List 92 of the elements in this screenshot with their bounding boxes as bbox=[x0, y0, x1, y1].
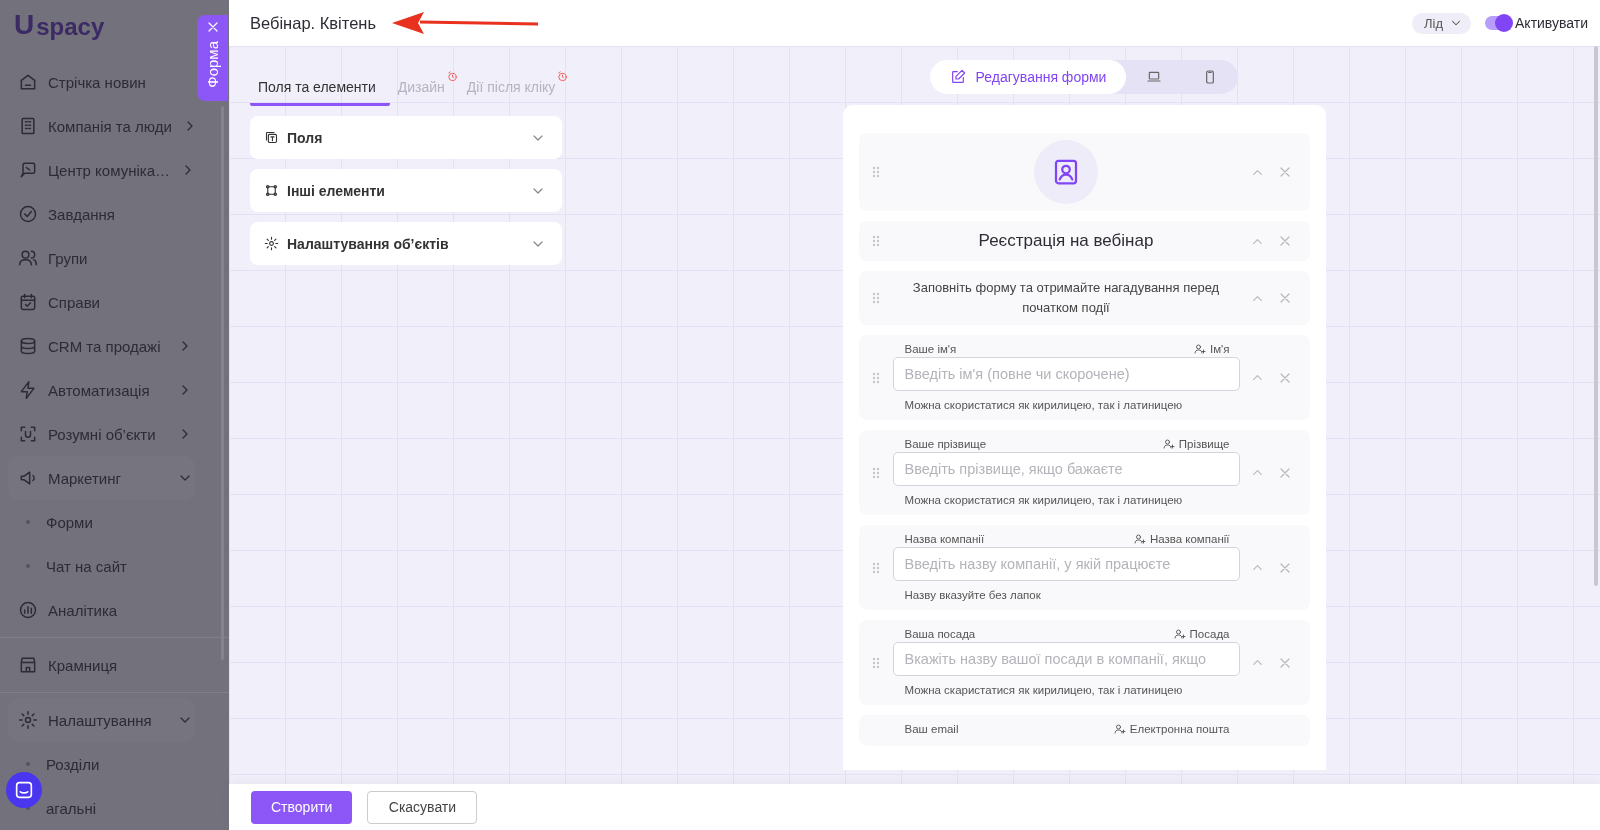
drag-handle-icon[interactable] bbox=[871, 235, 880, 247]
field-mapping: Електронна пошта bbox=[1113, 723, 1230, 735]
drag-handle-icon[interactable] bbox=[871, 656, 880, 669]
building-icon bbox=[18, 116, 38, 136]
settings-icon bbox=[264, 236, 279, 251]
database-icon bbox=[18, 336, 38, 356]
drag-handle-icon[interactable] bbox=[871, 561, 880, 574]
logo-mark: U bbox=[14, 10, 35, 40]
tab[interactable]: Дії після кліку bbox=[458, 70, 570, 106]
form-description: Заповніть форму та отримайте нагадування перед початком події bbox=[911, 279, 1221, 317]
field-hint: Можна скористатися як кирилицею, так і латиницею bbox=[903, 493, 1184, 506]
field-label: Ваш email bbox=[904, 723, 959, 735]
user-icon bbox=[1113, 723, 1126, 735]
input-field[interactable]: Вкажіть назву вашої посади в компанії, якщо bbox=[892, 642, 1240, 676]
form-tab[interactable]: Форма bbox=[197, 15, 228, 101]
chat-icon bbox=[18, 160, 38, 180]
field-mapping: Назва компанії bbox=[1133, 533, 1230, 545]
field-hint: Назву вказуйте без лапок bbox=[903, 588, 1042, 601]
form-block[interactable]: Ваше прізвище Прізвище Введіть прізвище, якщо бажаєте Можна скористатися як кирилицею, так і латиницею bbox=[858, 430, 1310, 515]
drag-handle-icon[interactable] bbox=[871, 466, 880, 479]
field-label: Назва компанії bbox=[904, 533, 985, 545]
sidebar-item[interactable]: Розумні об’єкти bbox=[0, 412, 195, 456]
view-mode-tab[interactable]: Редагування форми bbox=[929, 60, 1127, 94]
accordion-header[interactable]: Налаштування об’єктів bbox=[250, 222, 562, 265]
sidebar-subitem[interactable]: агальні bbox=[0, 786, 229, 830]
sidebar-item[interactable]: Стрічка новин bbox=[0, 60, 195, 104]
input-field[interactable]: Введіть назву компанії, у якій працюєте bbox=[892, 547, 1240, 581]
field-label: Ваше прізвище bbox=[904, 438, 987, 450]
sidebar-item[interactable]: Автоматизація bbox=[0, 368, 195, 412]
accordion-header[interactable]: Інші елементи bbox=[250, 169, 562, 212]
sidebar-subitem[interactable]: Розділи bbox=[0, 742, 229, 786]
scrollbar[interactable] bbox=[1594, 46, 1598, 586]
form-block[interactable]: Ваш email Електронна пошта bbox=[858, 715, 1310, 746]
shape-icon bbox=[264, 183, 279, 198]
drag-handle-icon[interactable] bbox=[871, 292, 880, 304]
check-circle-icon bbox=[18, 204, 38, 224]
drag-handle-icon[interactable] bbox=[871, 371, 880, 384]
entity-dropdown[interactable]: Лід bbox=[1412, 12, 1471, 34]
tab[interactable]: Дизайн bbox=[389, 70, 459, 106]
sidebar-item[interactable]: Компанія та люди bbox=[0, 104, 195, 148]
toggle-label: Активувати bbox=[1515, 15, 1588, 31]
sidebar-item[interactable]: Крамниця bbox=[0, 643, 195, 687]
sidebar-item[interactable]: Аналітика bbox=[0, 588, 195, 632]
lightning-icon bbox=[18, 380, 38, 400]
sidebar-subitem[interactable]: Чат на сайт bbox=[0, 544, 229, 588]
house-icon bbox=[18, 72, 38, 92]
field-mapping: Посада bbox=[1173, 628, 1230, 640]
field-mapping: Ім'я bbox=[1193, 343, 1230, 355]
user-icon bbox=[1133, 533, 1146, 545]
field-mapping: Прізвище bbox=[1162, 438, 1230, 450]
user-icon bbox=[1193, 343, 1206, 355]
settings-icon bbox=[18, 710, 38, 730]
store-icon bbox=[18, 655, 38, 675]
accordion-header[interactable]: Поля bbox=[250, 116, 562, 159]
form-block[interactable] bbox=[858, 133, 1310, 211]
sidebar-subitem[interactable]: Форми bbox=[0, 500, 229, 544]
field-hint: Можна скаристатися як кирилицею, так і латиницею bbox=[903, 683, 1184, 696]
create-button[interactable]: Створити bbox=[251, 790, 353, 824]
edit-icon bbox=[949, 69, 966, 85]
field-label: Ваше ім'я bbox=[904, 343, 957, 355]
chat-button[interactable] bbox=[6, 772, 42, 808]
calendar-icon bbox=[18, 292, 38, 312]
form-heading: Реєстрація на вебінар bbox=[977, 230, 1155, 252]
page-title: Вебінар. Квітень bbox=[250, 13, 377, 33]
users-icon bbox=[18, 248, 38, 268]
drag-handle-icon[interactable] bbox=[871, 166, 880, 178]
chart-icon bbox=[18, 600, 38, 620]
form-block[interactable]: Ваша посада Посада Вкажіть назву вашої посади в компанії, якщо Можна скаристатися як кирилицею, так і латиницею bbox=[858, 620, 1310, 705]
copy-icon bbox=[264, 130, 279, 145]
user-icon bbox=[1162, 438, 1175, 450]
tab[interactable]: Поля та елементи bbox=[250, 70, 390, 106]
sidebar-item[interactable]: Завдання bbox=[0, 192, 195, 236]
scan-icon bbox=[18, 424, 38, 444]
field-label: Ваша посада bbox=[904, 628, 976, 640]
sidebar-item[interactable]: Справи bbox=[0, 280, 195, 324]
form-block[interactable]: Заповніть форму та отримайте нагадування перед початком події bbox=[858, 271, 1310, 325]
form-block[interactable]: Реєстрація на вебінар bbox=[858, 221, 1310, 261]
input-field[interactable]: Введіть ім'я (повне чи скорочене) bbox=[892, 357, 1240, 391]
chat-bubble-icon bbox=[13, 779, 35, 801]
form-block[interactable]: Ваше ім'я Ім'я Введіть ім'я (повне чи скорочене) Можна скористатися як кирилицею, так і латиницею bbox=[858, 335, 1310, 420]
toggle-switch[interactable] bbox=[1485, 16, 1511, 30]
sidebar-item[interactable]: Центр комуніка… bbox=[0, 148, 195, 192]
megaphone-icon bbox=[18, 468, 38, 488]
input-field[interactable]: Введіть прізвище, якщо бажаєте bbox=[892, 452, 1240, 486]
form-block[interactable]: Назва компанії Назва компанії Введіть назву компанії, у якій працюєте Назву вказуйте без лапок bbox=[858, 525, 1310, 610]
logo-text: spacy bbox=[36, 12, 105, 42]
user-icon bbox=[1173, 628, 1186, 640]
sidebar-item[interactable]: CRM та продажі bbox=[0, 324, 195, 368]
cancel-button[interactable]: Скасувати bbox=[367, 790, 478, 824]
laptop-icon bbox=[1146, 69, 1163, 85]
sidebar-item[interactable]: Групи bbox=[0, 236, 195, 280]
field-hint: Можна скористатися як кирилицею, так і латиницею bbox=[903, 398, 1184, 411]
